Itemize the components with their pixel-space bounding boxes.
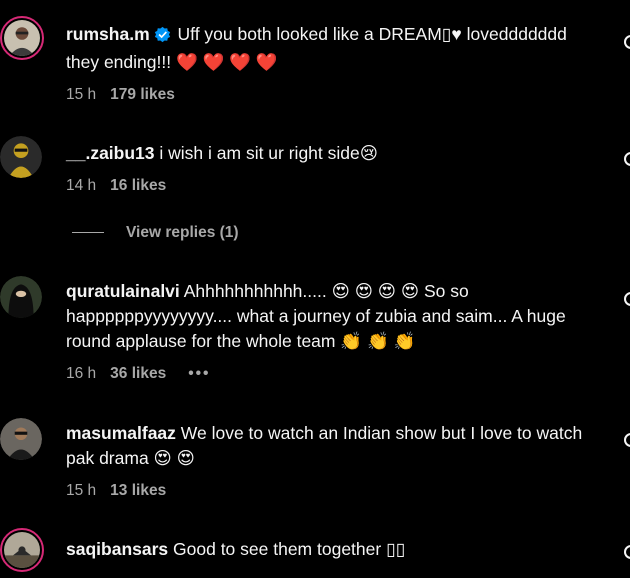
avatar[interactable] [0,418,42,460]
view-replies-label: View replies (1) [126,224,239,241]
view-replies-button[interactable]: View replies (1) [72,224,239,242]
avatar[interactable] [0,136,42,178]
more-options-icon[interactable]: ••• [188,365,210,382]
comment-username[interactable]: rumsha.m [66,24,150,44]
verified-badge-icon [154,25,171,50]
comment-time: 15 h [66,482,97,499]
like-heart-icon[interactable] [624,433,630,447]
comment-meta: 14 h 16 likes [66,177,166,195]
like-heart-icon[interactable] [624,152,630,166]
avatar[interactable] [0,276,42,318]
comment-text: Good to see them together ▯▯ [173,539,406,559]
comment-likes[interactable]: 13 likes [110,482,166,499]
comment-username[interactable]: masumalfaaz [66,423,176,443]
like-heart-icon[interactable] [624,545,630,559]
user-avatar-icon [0,276,42,318]
avatar[interactable] [0,528,44,572]
like-heart-icon[interactable] [624,35,630,49]
comment-time: 15 h [66,86,97,103]
comment-body: rumsha.m Uff you both looked like a DREA… [66,22,594,75]
comment-body: masumalfaaz We love to watch an Indian s… [66,421,594,471]
comment-username[interactable]: saqibansars [66,539,168,559]
comment-username[interactable]: __.zaibu13 [66,143,155,163]
comment-time: 14 h [66,177,97,194]
comment-likes[interactable]: 36 likes [110,365,166,382]
comment-body: quratulainalvi Ahhhhhhhhhhh..... 😍 😍 😍 😍… [66,279,594,354]
comment-meta: 15 h 13 likes [66,482,166,500]
comment-body: saqibansars Good to see them together ▯▯ [66,537,594,562]
comment-meta: 15 h 179 likes [66,86,175,104]
user-avatar-icon [4,20,40,56]
user-avatar-icon [0,136,42,178]
user-avatar-icon [4,532,40,568]
comment-meta: 16 h 36 likes ••• [66,365,210,383]
like-heart-icon[interactable] [624,292,630,306]
comment-likes[interactable]: 179 likes [110,86,175,103]
comment-body: __.zaibu13 i wish i am sit ur right side… [66,141,594,166]
comment-likes[interactable]: 16 likes [110,177,166,194]
replies-divider [72,232,104,234]
comment-username[interactable]: quratulainalvi [66,281,180,301]
comment-text: i wish i am sit ur right side😢 [159,143,378,163]
avatar[interactable] [0,16,44,60]
user-avatar-icon [0,418,42,460]
comment-time: 16 h [66,365,97,382]
